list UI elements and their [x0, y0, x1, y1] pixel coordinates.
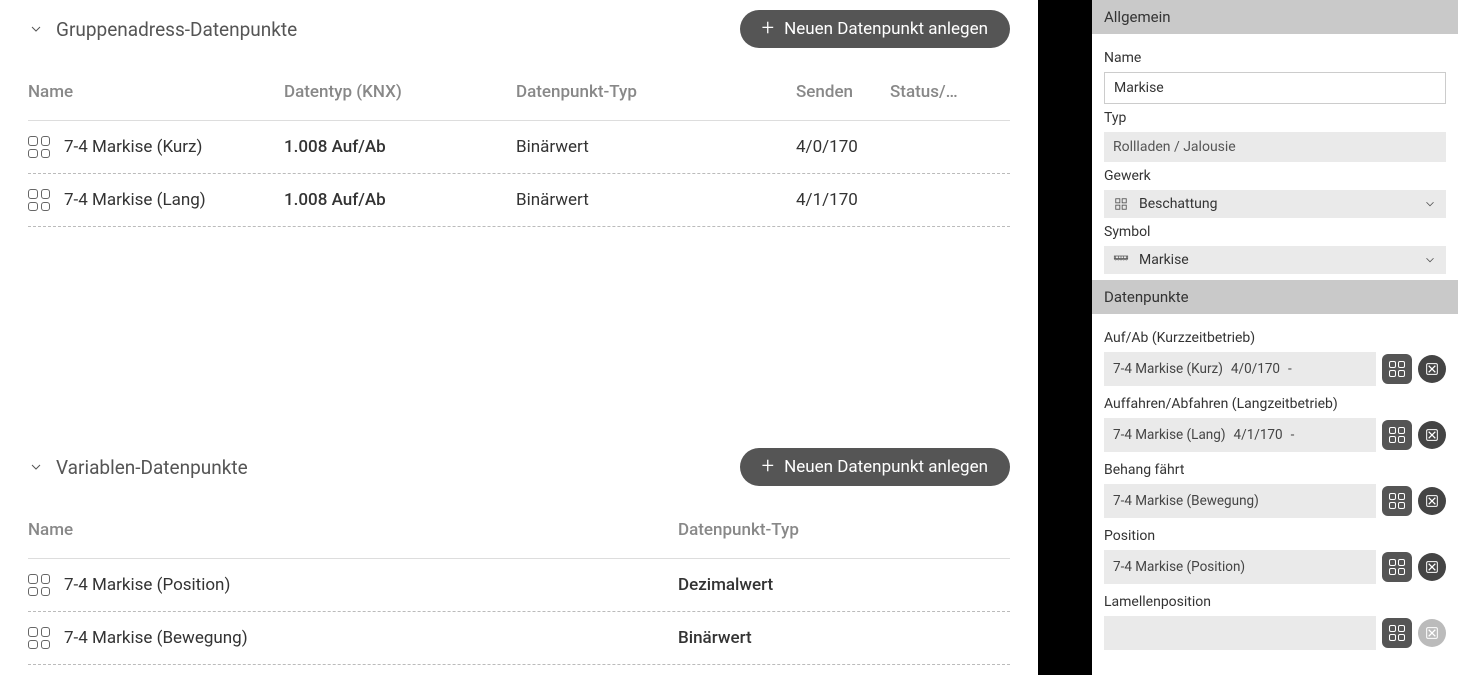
dp-delete-button[interactable] [1418, 355, 1446, 383]
grid-icon [1389, 493, 1405, 509]
section-title-var: Variablen-Datenpunkte [56, 456, 248, 479]
delete-icon [1424, 559, 1440, 575]
chevron-down-icon [1423, 253, 1437, 267]
dp-label: Auffahren/Abfahren (Langzeitbetrieb) [1104, 396, 1446, 412]
grid-icon [28, 574, 50, 596]
dp-assign-button[interactable] [1382, 354, 1412, 384]
dp-assign-button[interactable] [1382, 618, 1412, 648]
dp-delete-button [1418, 619, 1446, 647]
symbol-label: Symbol [1104, 224, 1446, 240]
table-row[interactable]: 7-4 Markise (Kurz) 1.008 Auf/Ab Binärwer… [28, 121, 1010, 174]
section-toggle-group[interactable]: Gruppenadress-Datenpunkte [28, 18, 297, 41]
grid-icon [28, 627, 50, 649]
dp-assign-button[interactable] [1382, 552, 1412, 582]
section-toggle-var[interactable]: Variablen-Datenpunkte [28, 456, 248, 479]
dp-value-box[interactable]: 7-4 Markise (Lang) 4/1/170 - [1104, 418, 1376, 452]
new-var-datapoint-button[interactable]: + Neuen Datenpunkt anlegen [740, 448, 1010, 486]
dp-assign-button[interactable] [1382, 486, 1412, 516]
symbol-select[interactable]: Markise [1104, 246, 1446, 274]
table-row[interactable]: 7-4 Markise (Bewegung) Binärwert [28, 612, 1010, 665]
delete-icon [1424, 625, 1440, 641]
plus-icon: + [762, 456, 774, 478]
chevron-down-icon [1423, 197, 1437, 211]
dp-label: Lamellenposition [1104, 594, 1446, 610]
table-row[interactable]: 7-4 Markise (Position) Dezimalwert [28, 559, 1010, 612]
delete-icon [1424, 361, 1440, 377]
side-heading-general: Allgemein [1092, 0, 1458, 34]
section-title-group: Gruppenadress-Datenpunkte [56, 18, 297, 41]
grid-icon [1389, 361, 1405, 377]
new-group-datapoint-button[interactable]: + Neuen Datenpunkt anlegen [740, 10, 1010, 48]
grid-icon [28, 189, 50, 211]
dp-delete-button[interactable] [1418, 421, 1446, 449]
delete-icon [1424, 427, 1440, 443]
grid-icon [1389, 559, 1405, 575]
dp-value-box[interactable] [1104, 616, 1376, 650]
group-table-header: Name Datentyp (KNX) Datenpunkt-Typ Sende… [28, 72, 1010, 121]
grid-icon [1389, 625, 1405, 641]
gewerk-label: Gewerk [1104, 168, 1446, 184]
type-label: Typ [1104, 110, 1446, 126]
dp-value-box[interactable]: 7-4 Markise (Bewegung) [1104, 484, 1376, 518]
dp-value-box[interactable]: 7-4 Markise (Kurz) 4/0/170 - [1104, 352, 1376, 386]
var-table-header: Name Datenpunkt-Typ [28, 510, 1010, 559]
dp-value-box[interactable]: 7-4 Markise (Position) [1104, 550, 1376, 584]
side-heading-datapoints: Datenpunkte [1092, 280, 1458, 314]
awning-icon [1113, 253, 1129, 267]
plus-icon: + [762, 18, 774, 40]
grid-icon [1389, 427, 1405, 443]
delete-icon [1424, 493, 1440, 509]
name-input[interactable] [1104, 72, 1446, 104]
table-row[interactable]: 7-4 Markise (Lang) 1.008 Auf/Ab Binärwer… [28, 174, 1010, 227]
dp-label: Behang fährt [1104, 462, 1446, 478]
dp-delete-button[interactable] [1418, 553, 1446, 581]
grid-icon [28, 136, 50, 158]
type-value: Rollladen / Jalousie [1104, 132, 1446, 162]
name-label: Name [1104, 50, 1446, 66]
category-icon [1113, 197, 1129, 211]
gewerk-select[interactable]: Beschattung [1104, 190, 1446, 218]
dp-label: Auf/Ab (Kurzzeitbetrieb) [1104, 330, 1446, 346]
dp-label: Position [1104, 528, 1446, 544]
dp-assign-button[interactable] [1382, 420, 1412, 450]
dp-delete-button[interactable] [1418, 487, 1446, 515]
